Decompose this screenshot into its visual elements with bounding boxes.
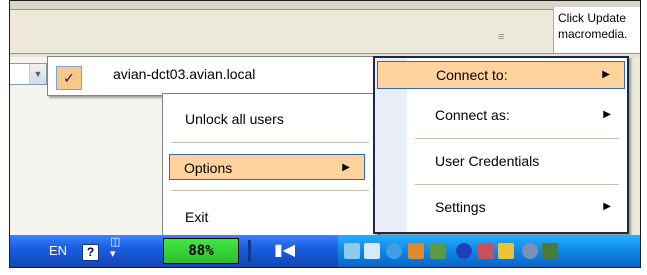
address-combo[interactable]: ▼: [10, 63, 47, 85]
tray-app-icon[interactable]: [542, 243, 558, 259]
security-shield-icon[interactable]: [478, 243, 494, 259]
menu-item-label: Connect as:: [435, 107, 510, 123]
menu-item-connect-to[interactable]: Connect to: ▶: [377, 61, 625, 89]
host-menu: ✓ avian-dct03.avian.local: [47, 56, 375, 96]
notice-line-1: Click Update: [558, 11, 627, 25]
sync-icon[interactable]: [386, 243, 402, 259]
battery-meter[interactable]: 88%: [163, 238, 239, 264]
submenu-arrow-icon: ▶: [342, 162, 350, 173]
display-icon[interactable]: [430, 243, 446, 259]
bluetooth-icon[interactable]: [456, 243, 472, 259]
menu-item-settings[interactable]: Settings ▶: [377, 194, 625, 220]
menu-item-connect-as[interactable]: Connect as: ▶: [377, 102, 625, 128]
submenu-arrow-icon: ▶: [603, 201, 611, 212]
update-notice[interactable]: Click Update macromedia.: [553, 7, 640, 56]
menu-item-label: Exit: [185, 209, 209, 225]
menu-item-exit[interactable]: Exit: [165, 204, 376, 230]
search-icon[interactable]: [522, 243, 538, 259]
menu-item-options[interactable]: Options ▶: [169, 154, 365, 180]
windows-flag-icon[interactable]: [498, 243, 514, 259]
notice-line-2: macromedia.: [558, 27, 628, 41]
system-tray: [338, 235, 640, 267]
menu-separator: [171, 190, 369, 191]
submenu-arrow-icon: ▶: [603, 109, 611, 120]
window-toolbar: [10, 11, 640, 53]
volume-icon[interactable]: [364, 243, 380, 259]
language-options-icon[interactable]: ◫ ▾: [110, 236, 120, 260]
menu-item-label: Connect to:: [436, 67, 508, 83]
menu-item-label: Options: [184, 160, 233, 176]
menu-item-label: User Credentials: [435, 153, 540, 169]
taskbar: EN ? ◫ ▾ 88% ▮◀: [10, 235, 640, 267]
chart-icon[interactable]: [408, 243, 424, 259]
window-title-strip: [10, 1, 640, 10]
chevron-down-icon[interactable]: ▼: [29, 64, 46, 84]
host-menu-item[interactable]: ✓ avian-dct03.avian.local: [50, 59, 370, 91]
menu-separator: [415, 138, 619, 139]
submenu-arrow-icon: ▶: [602, 69, 610, 80]
menu-item-label: Unlock all users: [185, 111, 284, 127]
screen: ≡ Click Update macromedia. ▼ ✓ avian-dct…: [9, 0, 641, 268]
menu-separator: [415, 184, 619, 185]
checkmark-icon: ✓: [56, 66, 82, 90]
menu-item-user-credentials[interactable]: User Credentials: [377, 148, 625, 174]
help-icon[interactable]: ?: [82, 244, 99, 261]
host-label: avian-dct03.avian.local: [113, 66, 256, 82]
options-menu: Unlock all users Options ▶ Exit: [162, 93, 379, 243]
tray-context-menu: Connect to: ▶ Connect as: ▶ User Credent…: [373, 56, 629, 234]
language-indicator[interactable]: EN: [49, 243, 67, 258]
menu-separator: [171, 142, 369, 143]
tray-divider: [248, 240, 251, 262]
menu-item-unlock-all-users[interactable]: Unlock all users: [165, 106, 376, 132]
network-icon[interactable]: [344, 243, 360, 259]
power-plug-icon[interactable]: ▮◀: [274, 242, 296, 260]
menu-item-label: Settings: [435, 199, 486, 215]
toolbar-options-icon[interactable]: ≡: [498, 31, 512, 43]
